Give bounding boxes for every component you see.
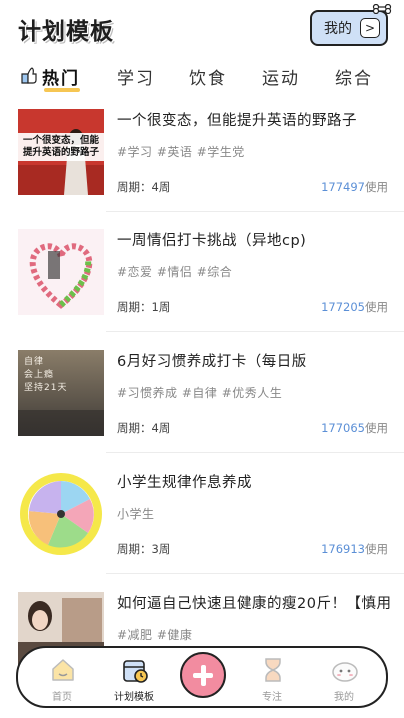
divider <box>106 452 404 453</box>
usage-suffix: 使用 <box>365 542 388 556</box>
active-tab-indicator <box>44 88 80 92</box>
bottom-nav: 首页 计划模板 专注 我的 <box>16 646 388 708</box>
thumbnail <box>18 229 104 315</box>
item-usage-count: 177065使用 <box>321 420 388 436</box>
usage-suffix: 使用 <box>365 300 388 314</box>
thumbnail-caption: 自律 会上瘾 坚持21天 <box>24 357 68 393</box>
usage-number: 176913 <box>321 542 365 556</box>
item-period: 周期：4周 <box>117 421 171 435</box>
mine-label: 我的 <box>324 21 352 37</box>
thumbnail: 一个很变态，但能提升英语的野路子 <box>18 109 104 195</box>
tab-study[interactable]: 学习 <box>117 64 155 89</box>
usage-number: 177497 <box>321 180 365 194</box>
usage-suffix: 使用 <box>365 180 388 194</box>
list-item[interactable]: 一个很变态，但能提升英语的野路子 一个很变态，但能提升英语的野路子 #学习 #英… <box>0 100 404 220</box>
header: 计划模板 我的 > <box>0 0 404 58</box>
usage-suffix: 使用 <box>365 421 388 435</box>
nav-profile-label: 我的 <box>334 692 354 703</box>
tab-hot[interactable]: 热门 <box>42 64 80 89</box>
item-tags: 小学生 <box>117 507 155 521</box>
item-title: 6月好习惯养成打卡（每日版 <box>117 354 307 370</box>
usage-number: 177065 <box>321 421 365 435</box>
item-title: 如何逼自己快速且健康的瘦20斤！【慎用 <box>117 596 392 612</box>
item-tags: #减肥 #健康 <box>117 628 193 642</box>
profile-icon <box>332 662 358 682</box>
item-title: 一个很变态，但能提升英语的野路子 <box>117 113 357 129</box>
item-period: 周期：4周 <box>117 180 171 194</box>
hourglass-icon <box>265 658 281 682</box>
usage-number: 177205 <box>321 300 365 314</box>
category-tabs: 热门 学习 饮食 运动 综合 <box>0 60 404 100</box>
divider <box>106 331 404 332</box>
list-item[interactable]: 一周情侣打卡挑战（异地cp) #恋爱 #情侣 #综合 周期：1周 177205使… <box>0 220 404 340</box>
mine-button[interactable]: 我的 > <box>310 4 392 46</box>
tab-sport[interactable]: 运动 <box>262 64 300 89</box>
chevron-right-icon: > <box>360 18 380 38</box>
bone-icon <box>372 4 392 14</box>
tab-diet[interactable]: 饮食 <box>189 64 227 89</box>
home-icon <box>52 659 74 681</box>
item-tags: #恋爱 #情侣 #综合 <box>117 265 233 279</box>
item-usage-count: 177497使用 <box>321 179 388 195</box>
item-usage-count: 176913使用 <box>321 541 388 557</box>
thumbnail <box>18 471 104 557</box>
nav-templates-label: 计划模板 <box>114 692 154 703</box>
thumbnail: 自律 会上瘾 坚持21天 <box>18 350 104 436</box>
item-period: 周期：1周 <box>117 300 171 314</box>
item-period: 周期：3周 <box>117 542 171 556</box>
item-title: 一周情侣打卡挑战（异地cp) <box>117 233 307 249</box>
list-continuation <box>0 710 404 718</box>
calendar-icon <box>123 660 148 683</box>
add-button[interactable] <box>180 652 226 698</box>
thumbnail-caption: 一个很变态，但能提升英语的野路子 <box>22 135 99 158</box>
item-usage-count: 177205使用 <box>321 299 388 315</box>
list-item[interactable]: 自律 会上瘾 坚持21天 6月好习惯养成打卡（每日版 #习惯养成 #自律 #优秀… <box>0 341 404 461</box>
item-tags: #习惯养成 #自律 #优秀人生 <box>117 386 283 400</box>
divider <box>106 211 404 212</box>
nav-home-label: 首页 <box>52 692 72 703</box>
item-tags: #学习 #英语 #学生党 <box>117 145 245 159</box>
item-title: 小学生规律作息养成 <box>117 475 252 491</box>
page-title: 计划模板 <box>18 19 114 45</box>
list-item[interactable]: 小学生规律作息养成 小学生 周期：3周 176913使用 <box>0 462 404 582</box>
divider <box>106 573 404 574</box>
tab-general[interactable]: 综合 <box>335 64 373 89</box>
nav-focus-label: 专注 <box>262 692 282 703</box>
